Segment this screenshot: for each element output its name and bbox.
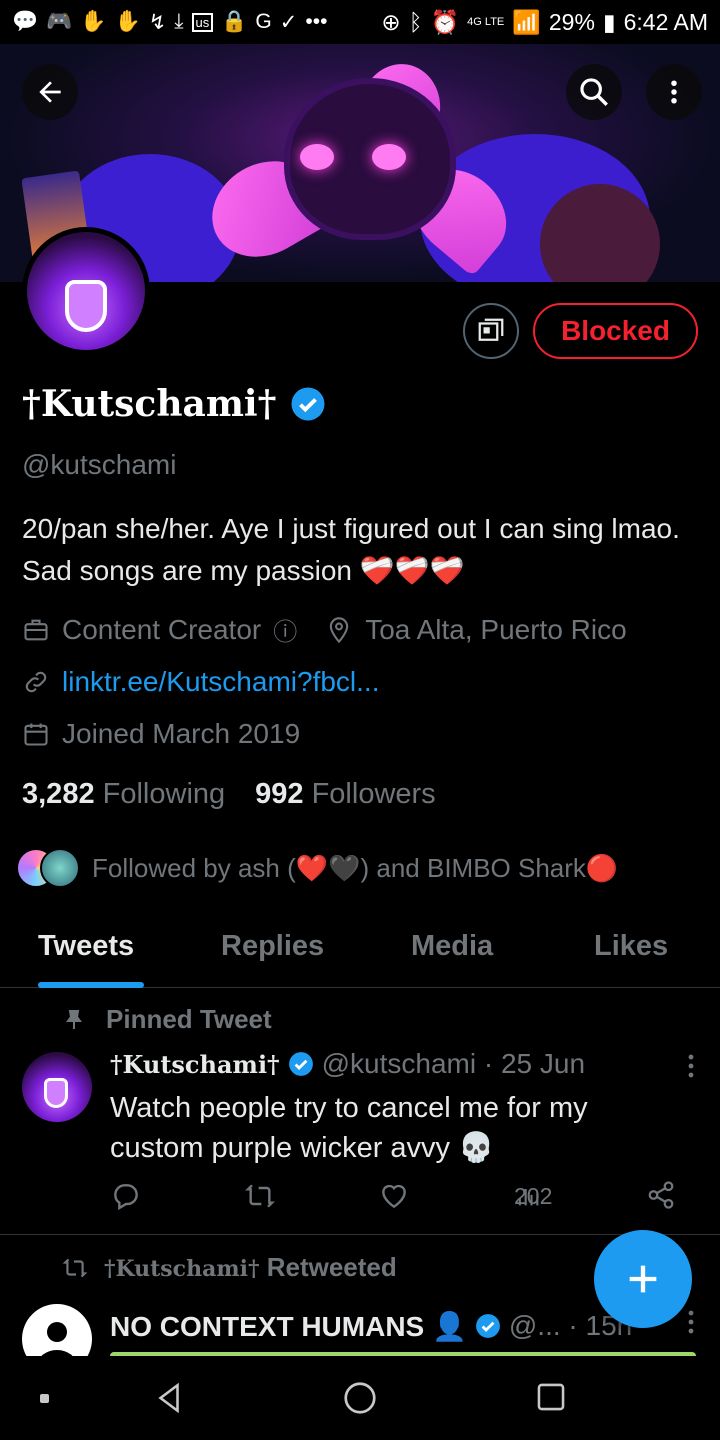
search-icon <box>580 78 608 106</box>
retweeted-label: †Kutschami† Retweeted <box>62 1252 397 1283</box>
arrow-left-icon <box>39 81 61 103</box>
retweet-icon <box>62 1258 88 1277</box>
followed-by-row[interactable]: Followed by ash (❤️🖤) and BIMBO Shark🔴 <box>16 848 618 888</box>
plus-icon <box>629 1265 657 1293</box>
tweet-more-icon[interactable] <box>688 1054 694 1078</box>
tweet-author-name[interactable]: †Kutschami† <box>110 1050 280 1079</box>
missed-call-icon: ↯ <box>148 10 167 34</box>
search-button[interactable] <box>566 64 622 120</box>
profile-category: Content Creator <box>62 613 262 645</box>
profile-bio: 20/pan she/her. Aye I just figured out I… <box>22 513 680 586</box>
chat-icon: 💬 <box>12 10 39 33</box>
verified-badge-icon <box>288 1052 313 1076</box>
battery-icon: ▮ <box>602 8 616 35</box>
follow-stats: 3,282 Following 992 Followers <box>22 778 436 811</box>
check-icon: ✓ <box>279 10 298 34</box>
profile-joined: Joined March 2019 <box>62 718 301 749</box>
subscribe-notifications-button[interactable] <box>463 303 520 359</box>
alarm-icon: ⏰ <box>430 8 460 35</box>
profile-handle: @kutschami <box>22 449 177 480</box>
tab-media[interactable]: Media <box>411 930 493 963</box>
profile-joined-row: Joined March 2019 <box>22 718 300 750</box>
profile-link[interactable]: linktr.ee/Kutschami?fbcl... <box>62 666 379 698</box>
more-button[interactable] <box>646 64 702 120</box>
pinned-label: Pinned Tweet <box>62 1004 272 1035</box>
retweet-author-name[interactable]: NO CONTEXT HUMANS 👤 <box>110 1310 467 1343</box>
back-button[interactable] <box>22 64 78 120</box>
followed-by-text: Followed by ash (❤️🖤) and BIMBO Shark🔴 <box>92 852 619 883</box>
tweet-actions: 202 <box>110 1180 690 1220</box>
retweet-header: NO CONTEXT HUMANS 👤 @... · 15h <box>110 1304 690 1348</box>
profile-avatar[interactable] <box>22 227 150 355</box>
hand-icon: ✋ <box>114 10 141 33</box>
nav-back-icon[interactable] <box>152 1380 186 1416</box>
verified-badge-icon <box>291 387 325 421</box>
nav-home-icon[interactable] <box>342 1380 378 1416</box>
data-saver-icon: ⊕ <box>381 8 401 35</box>
compose-tweet-button[interactable] <box>594 1230 692 1328</box>
more-vertical-icon <box>671 80 677 104</box>
like-button[interactable] <box>378 1180 410 1212</box>
bluetooth-icon: ᛒ <box>408 8 423 35</box>
download-icon: ⤓ <box>174 10 184 33</box>
calendar-icon <box>24 723 48 746</box>
tab-replies[interactable]: Replies <box>221 930 324 963</box>
google-icon: G <box>255 10 272 33</box>
blocked-button[interactable]: Blocked <box>533 303 698 359</box>
tweet-divider <box>0 1234 720 1235</box>
views-count: 202 <box>514 1182 553 1209</box>
clock: 6:42 AM <box>623 8 708 35</box>
retweet-button[interactable] <box>244 1180 276 1212</box>
pin-icon <box>66 1009 82 1029</box>
share-icon <box>648 1181 674 1209</box>
profile-tabs: Tweets Replies Media Likes <box>0 910 720 988</box>
views-button[interactable]: 202 <box>514 1182 552 1210</box>
tweet-more-icon[interactable] <box>688 1310 694 1334</box>
share-button[interactable] <box>646 1180 676 1210</box>
android-nav-bar <box>0 1356 720 1440</box>
profile-link-row: linktr.ee/Kutschami?fbcl... <box>22 666 379 698</box>
profile-location: Toa Alta, Puerto Rico <box>365 613 627 645</box>
follower-avatar <box>40 848 80 888</box>
reply-icon <box>114 1184 138 1211</box>
location-icon <box>330 616 349 643</box>
recent-apps-dot-icon <box>40 1394 49 1403</box>
link-icon <box>25 671 47 693</box>
tweet-avatar[interactable] <box>22 1052 92 1122</box>
hand-icon: ✋ <box>80 10 107 33</box>
tweet-header: †Kutschami† @kutschami · 25 Jun <box>110 1048 585 1080</box>
reply-button[interactable] <box>110 1180 142 1212</box>
network-label: 4G LTE <box>467 16 505 28</box>
more-icon: ••• <box>305 10 328 33</box>
notification-icons: 💬 🎮 ✋ ✋ ↯ ⤓ us 🔒 G ✓ ••• <box>12 10 327 35</box>
tab-likes[interactable]: Likes <box>594 930 668 963</box>
profile-meta-row: Content Creator ⓘ Toa Alta, Puerto Rico <box>22 612 627 647</box>
gamepad-icon: 🎮 <box>46 10 73 33</box>
status-bar: 💬 🎮 ✋ ✋ ↯ ⤓ us 🔒 G ✓ ••• ⊕ ᛒ ⏰ 4G LTE 📶 … <box>0 0 720 44</box>
lock-icon: 🔒 <box>221 10 248 33</box>
tweet-text: Watch people try to cancel me for my cus… <box>110 1092 588 1164</box>
briefcase-icon <box>24 619 48 640</box>
tab-tweets[interactable]: Tweets <box>38 930 134 963</box>
following-link[interactable]: 3,282 Following <box>22 778 225 811</box>
heart-icon <box>382 1184 406 1209</box>
info-icon[interactable]: ⓘ <box>273 612 297 647</box>
us-icon: us <box>191 12 214 32</box>
active-tab-indicator <box>38 982 144 988</box>
newsletter-icon <box>478 318 504 341</box>
retweet-icon <box>245 1184 275 1208</box>
tweet-handle-time: @kutschami · 25 Jun <box>321 1048 586 1079</box>
nav-recents-icon[interactable] <box>534 1380 568 1414</box>
verified-badge-icon <box>475 1314 500 1338</box>
battery-percent: 29% <box>548 8 595 35</box>
signal-icon: 📶 <box>512 8 541 35</box>
followers-link[interactable]: 992 Followers <box>255 778 436 811</box>
display-name: †Kutschami† <box>22 383 326 425</box>
